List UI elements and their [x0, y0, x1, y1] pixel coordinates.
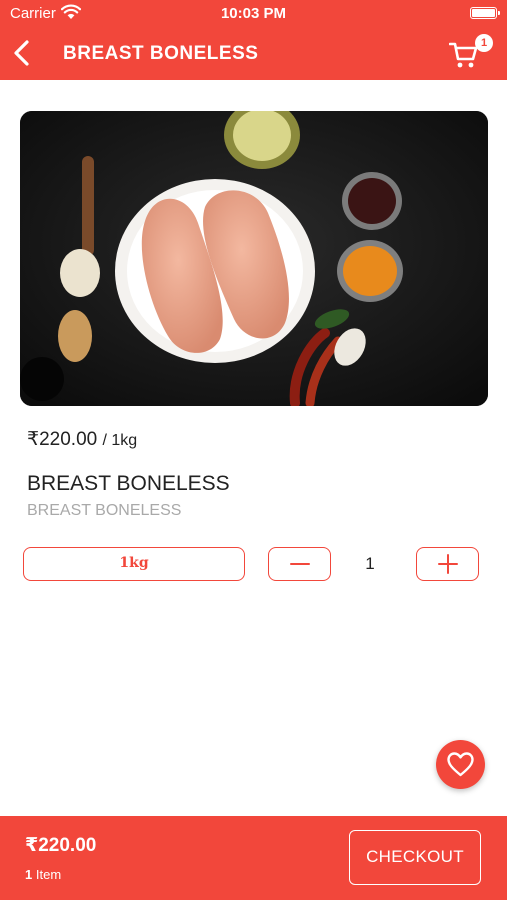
nav-bar: BREAST BONELESS 1	[0, 28, 507, 80]
price-unit: / 1kg	[102, 432, 138, 449]
status-time: 10:03 PM	[220, 5, 287, 22]
cart-total: ₹220.00	[25, 835, 97, 856]
checkout-button[interactable]: CHECKOUT	[349, 830, 481, 885]
page-title: BREAST BONELESS	[63, 43, 259, 64]
status-bar: Carrier 10:03 PM	[0, 0, 507, 28]
battery-icon	[470, 7, 500, 19]
price-row: ₹220.00 / 1kg	[27, 428, 137, 451]
product-price: ₹220.00	[27, 429, 98, 450]
cart-badge: 1	[475, 34, 493, 52]
minus-icon	[290, 563, 310, 565]
back-chevron-icon[interactable]	[8, 36, 38, 70]
product-image	[20, 111, 488, 406]
cart-item-count: 1 Item	[25, 867, 61, 882]
quantity-value: 1	[365, 554, 375, 573]
weight-option-button[interactable]: 1kg	[23, 547, 245, 581]
cart-button[interactable]: 1	[449, 34, 493, 72]
increase-quantity-button[interactable]	[416, 547, 479, 581]
plus-icon	[438, 554, 458, 574]
chicken-breast-photo	[20, 111, 488, 406]
product-subtitle: BREAST BONELESS	[27, 502, 182, 519]
favorite-button[interactable]	[436, 740, 485, 789]
checkout-bar: ₹220.00 1 Item CHECKOUT	[0, 816, 507, 900]
top-bar: Carrier 10:03 PM BREAST BONELESS 1	[0, 0, 507, 80]
item-count-value: 1	[25, 867, 33, 882]
decrease-quantity-button[interactable]	[268, 547, 331, 581]
heart-icon	[447, 752, 474, 777]
item-count-label: Item	[35, 867, 62, 882]
product-name: BREAST BONELESS	[27, 472, 230, 495]
